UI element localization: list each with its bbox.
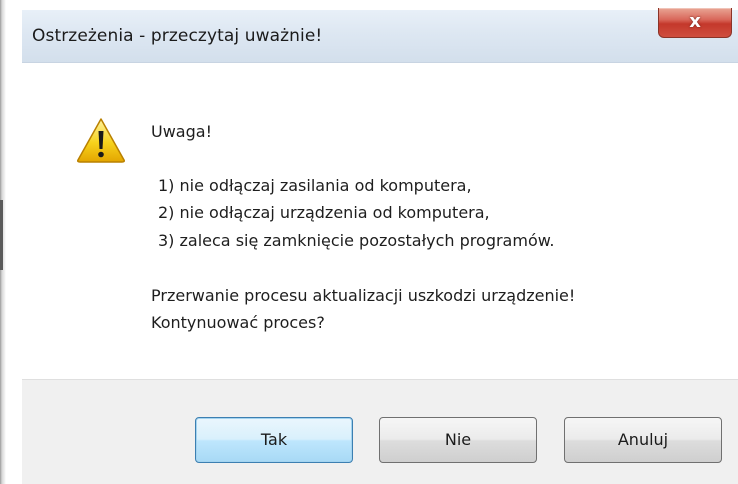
warning-icon [77,118,125,163]
close-button[interactable]: x [658,8,732,38]
close-icon: x [689,11,701,32]
button-bar: Tak Nie Anuluj [22,379,738,484]
instruction-item-3: 3) zaleca się zamknięcie pozostałych pro… [158,231,555,250]
window-title: Ostrzeżenia - przeczytaj uważnie! [32,26,323,46]
warning-message: Przerwanie procesu aktualizacji uszkodzi… [151,286,576,305]
instruction-item-2: 2) nie odłączaj urządzenia od komputera, [158,203,490,222]
cancel-button[interactable]: Anuluj [564,417,722,463]
no-button[interactable]: Nie [379,417,537,463]
message-area: Uwaga! 1) nie odłączaj zasilania od komp… [22,63,738,379]
background-window-edge [0,0,6,484]
confirmation-question: Kontynuować proces? [151,313,325,332]
title-bar[interactable]: Ostrzeżenia - przeczytaj uważnie! x [22,8,738,63]
yes-button[interactable]: Tak [195,417,353,463]
warning-dialog: Ostrzeżenia - przeczytaj uważnie! x Uwag [22,8,738,484]
instruction-item-1: 1) nie odłączaj zasilania od komputera, [158,176,472,195]
screen: Ostrzeżenia - przeczytaj uważnie! x Uwag [0,0,738,484]
message-heading: Uwaga! [151,122,212,141]
